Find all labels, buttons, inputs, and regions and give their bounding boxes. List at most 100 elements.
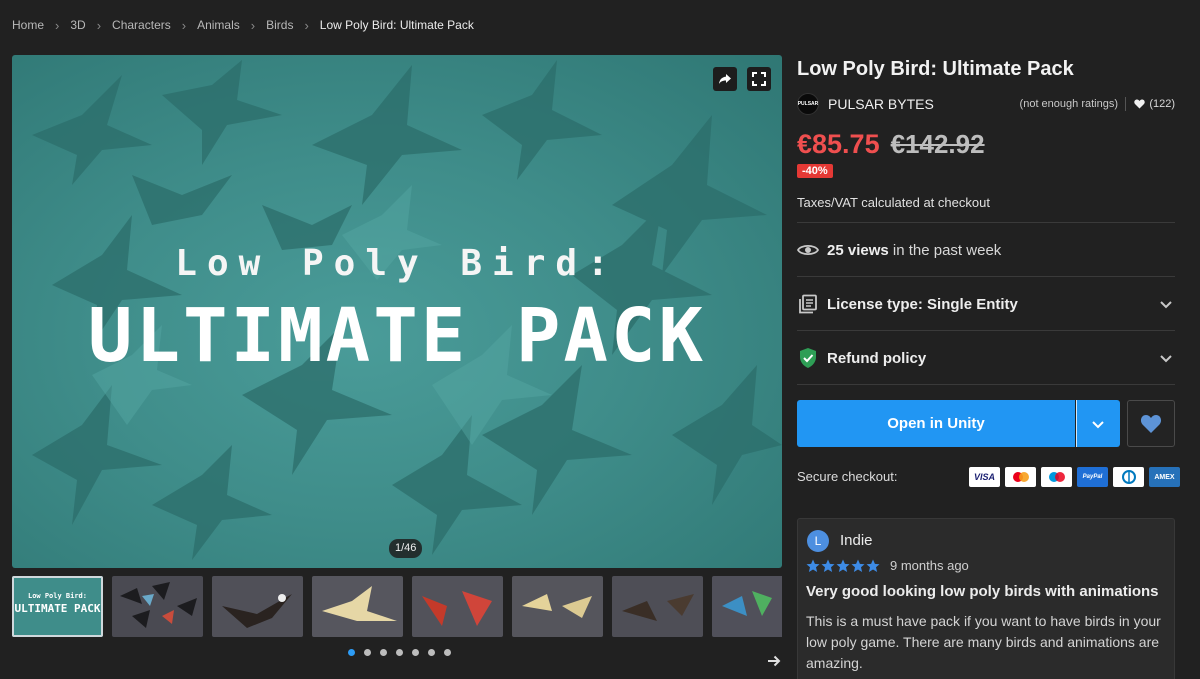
- chevron-right-icon: ›: [55, 17, 60, 33]
- thumbnail-7[interactable]: [612, 576, 703, 637]
- license-row[interactable]: License type: Single Entity: [797, 290, 1175, 318]
- breadcrumb-animals[interactable]: Animals: [197, 18, 240, 32]
- original-price: €142.92: [890, 129, 985, 159]
- carousel-dot-5[interactable]: [412, 649, 419, 656]
- views-count: 25 views: [827, 241, 889, 259]
- publisher-logo-text: PULSAR: [797, 101, 819, 107]
- diners-logo: [1121, 470, 1136, 484]
- share-button[interactable]: [713, 67, 737, 91]
- license-icon: [799, 294, 817, 314]
- favorites-count[interactable]: (122): [1125, 97, 1175, 111]
- carousel-dot-3[interactable]: [380, 649, 387, 656]
- hero-title-big: ULTIMATE PACK: [87, 293, 707, 379]
- image-counter: 1/46: [389, 539, 423, 558]
- mastercard-logo: [1012, 472, 1029, 482]
- sale-price: €85.75: [797, 129, 880, 159]
- divider: [797, 330, 1175, 331]
- visa-icon: VISA: [969, 467, 1000, 487]
- carousel-dot-2[interactable]: [364, 649, 371, 656]
- publisher-name[interactable]: PULSAR BYTES: [828, 96, 934, 112]
- breadcrumb-current: Low Poly Bird: Ultimate Pack: [319, 18, 474, 32]
- refund-label: Refund policy: [827, 349, 927, 367]
- arrow-right-icon[interactable]: [766, 653, 782, 669]
- thumbnail-6-image: [522, 594, 592, 618]
- thumbnail-4-image: [322, 586, 397, 621]
- wishlist-button[interactable]: [1127, 400, 1175, 447]
- views-row: 25 views in the past week: [797, 236, 1175, 264]
- views-suffix: in the past week: [888, 241, 1002, 259]
- refund-row[interactable]: Refund policy: [797, 344, 1175, 372]
- chevron-down-icon[interactable]: [1159, 297, 1173, 311]
- open-in-unity-button[interactable]: Open in Unity: [797, 400, 1075, 447]
- diners-icon: [1113, 467, 1144, 487]
- chevron-down-icon: [1092, 420, 1104, 428]
- shield-check-icon: [800, 348, 816, 368]
- thumbnail-2[interactable]: [112, 576, 203, 637]
- asset-store-page: Home › 3D › Characters › Animals › Birds…: [0, 0, 1200, 679]
- breadcrumb: Home › 3D › Characters › Animals › Birds…: [12, 16, 474, 34]
- hero-title-small: Low Poly Bird:: [175, 243, 619, 284]
- thumbnail-1[interactable]: Low Poly Bird: ULTIMATE PACK: [12, 576, 103, 637]
- price-row: €85.75 €142.92: [797, 129, 985, 160]
- thumbnail-4[interactable]: [312, 576, 403, 637]
- review-body: This is a must have pack if you want to …: [806, 613, 1161, 671]
- thumbnail-8-image: [722, 591, 772, 616]
- thumbnail-5[interactable]: [412, 576, 503, 637]
- taxes-note: Taxes/VAT calculated at checkout: [797, 195, 990, 210]
- publisher-logo[interactable]: PULSAR: [797, 93, 819, 115]
- thumbnail-3[interactable]: [212, 576, 303, 637]
- breadcrumb-3d[interactable]: 3D: [70, 18, 85, 32]
- thumbnail-3-image: [222, 594, 292, 628]
- maestro-icon: [1041, 467, 1072, 487]
- heart-icon: [1134, 99, 1146, 109]
- avatar: L: [807, 530, 829, 552]
- thumbnail-2-image: [120, 582, 197, 628]
- secure-checkout-label: Secure checkout:: [797, 469, 898, 484]
- star-icon: [821, 559, 835, 572]
- star-icon: [866, 559, 880, 572]
- carousel-dot-4[interactable]: [396, 649, 403, 656]
- product-title: Low Poly Bird: Ultimate Pack: [797, 58, 1074, 80]
- chevron-down-icon[interactable]: [1159, 351, 1173, 365]
- thumbnail-1-label-big: ULTIMATE PACK: [14, 602, 101, 615]
- heart-icon: [1140, 414, 1162, 433]
- thumbnail-5-image: [422, 591, 492, 626]
- thumbnail-8[interactable]: [712, 576, 782, 637]
- divider: [797, 276, 1175, 277]
- review-title: Very good looking low poly birds with an…: [806, 583, 1159, 600]
- carousel-dot-1[interactable]: [348, 649, 355, 656]
- thumbnail-strip: Low Poly Bird: ULTIMATE PACK: [12, 576, 782, 638]
- payment-methods: VISA PayPal AMEX: [969, 467, 1180, 487]
- license-label: License type: Single Entity: [827, 295, 1018, 313]
- breadcrumb-home[interactable]: Home: [12, 18, 44, 32]
- favorites-count-label: (122): [1149, 98, 1175, 110]
- thumbnail-7-image: [622, 594, 694, 621]
- fullscreen-button[interactable]: [747, 67, 771, 91]
- thumbnail-1-label-small: Low Poly Bird:: [27, 592, 87, 600]
- carousel-dot-6[interactable]: [428, 649, 435, 656]
- button-divider: [1076, 400, 1077, 447]
- star-icon: [836, 559, 850, 572]
- maestro-logo: [1048, 472, 1065, 482]
- open-options-dropdown[interactable]: [1076, 400, 1120, 447]
- star-icon: [851, 559, 865, 572]
- chevron-right-icon: ›: [181, 17, 187, 33]
- carousel-dot-7[interactable]: [444, 649, 451, 656]
- breadcrumb-characters[interactable]: Characters: [112, 18, 171, 32]
- divider: [797, 384, 1175, 385]
- amex-icon: AMEX: [1149, 467, 1180, 487]
- chevron-right-icon: ›: [250, 17, 256, 33]
- ratings-text: (not enough ratings): [1019, 98, 1118, 110]
- reviewer-name[interactable]: Indie: [840, 532, 873, 549]
- share-icon: [719, 74, 731, 84]
- eye-icon: [797, 244, 819, 256]
- publisher-row: PULSAR PULSAR BYTES (not enough ratings)…: [797, 93, 1175, 115]
- fullscreen-icon: [752, 72, 766, 86]
- star-icon: [806, 559, 820, 572]
- breadcrumb-birds[interactable]: Birds: [266, 18, 293, 32]
- thumbnail-6[interactable]: [512, 576, 603, 637]
- main-preview-image[interactable]: Low Poly Bird: ULTIMATE PACK 1/46: [12, 55, 782, 568]
- review-time: 9 months ago: [890, 558, 969, 573]
- chevron-right-icon: ›: [304, 17, 309, 33]
- discount-badge: -40%: [797, 164, 833, 178]
